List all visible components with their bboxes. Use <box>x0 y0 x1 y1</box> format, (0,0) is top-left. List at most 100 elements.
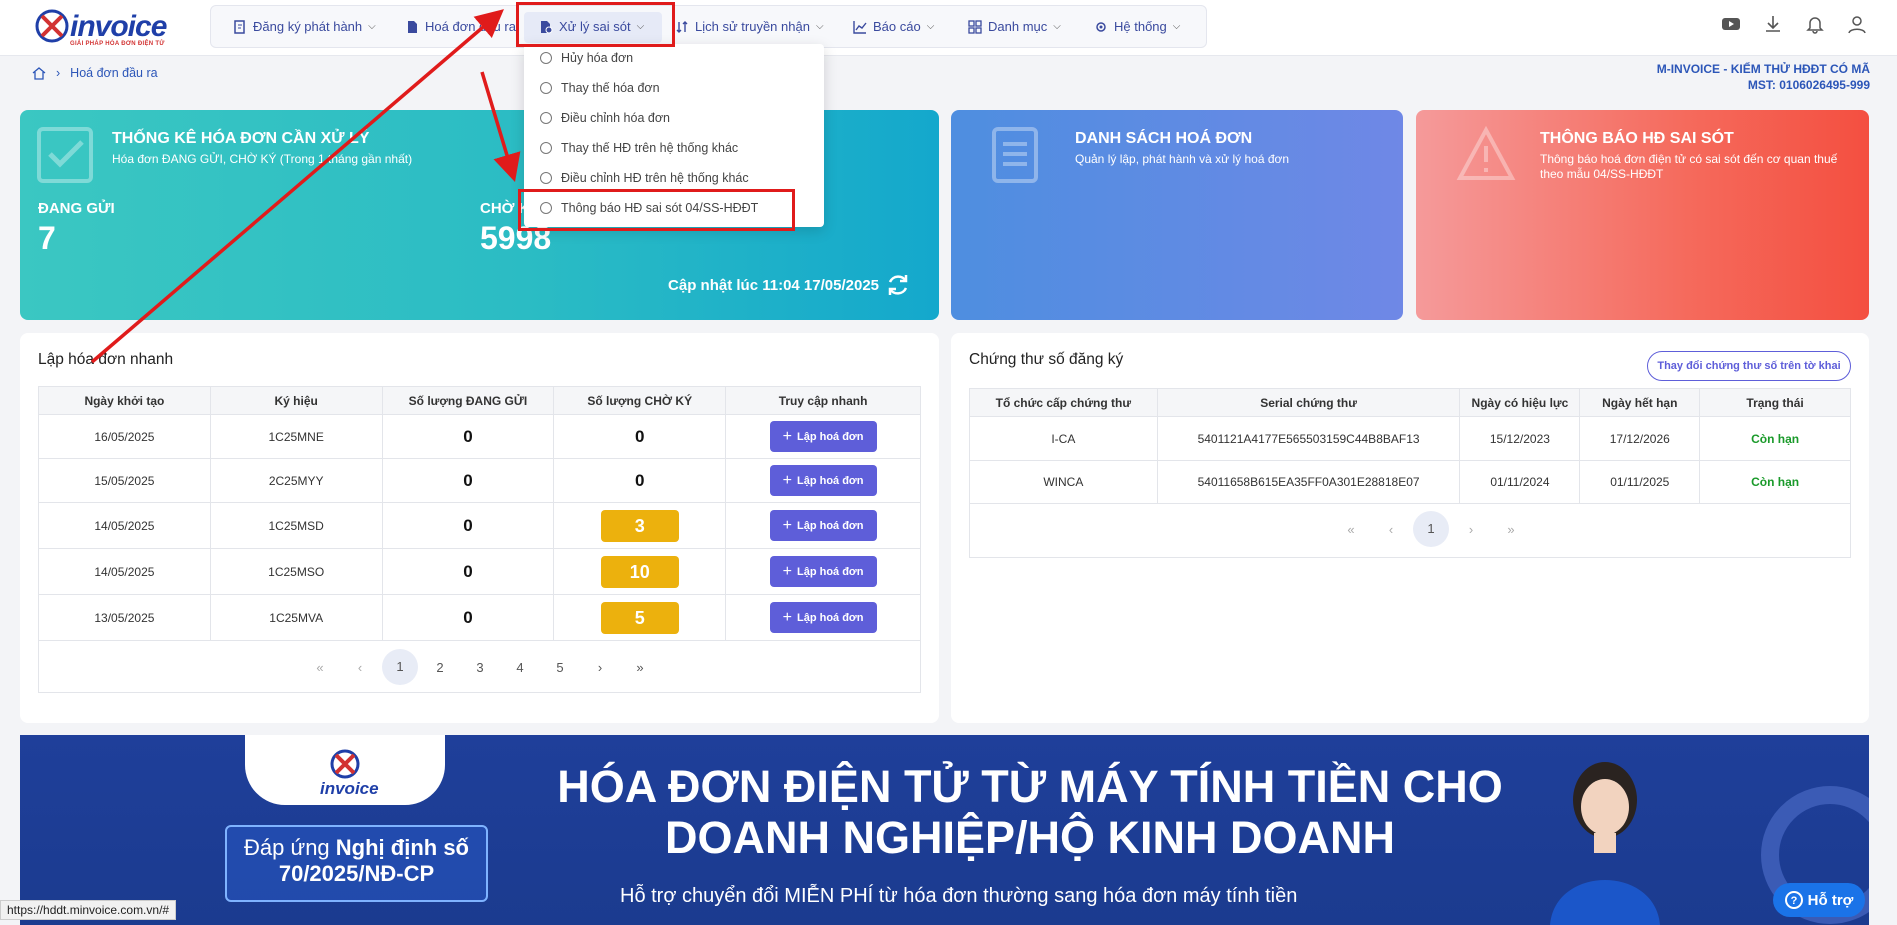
next-page-icon[interactable]: › <box>1451 522 1491 537</box>
company-name: M-INVOICE - KIỂM THỬ HĐĐT CÓ MÃ <box>1656 62 1870 76</box>
card-title: THỐNG KÊ HÓA ĐƠN CẦN XỬ LÝ <box>112 130 370 147</box>
first-page-icon[interactable]: « <box>1331 522 1371 537</box>
create-invoice-button[interactable]: + Lập hoá đơn <box>769 465 877 496</box>
radio-icon <box>540 172 552 184</box>
decree-prefix: Đáp ứng <box>244 835 330 860</box>
logo-tagline: GIẢI PHÁP HÓA ĐƠN ĐIỆN TỬ <box>70 41 165 47</box>
menu-item-thay-the-he-thong-khac[interactable]: Thay thế HĐ trên hệ thống khác <box>540 137 738 159</box>
help-button[interactable]: ? Hỗ trợ <box>1773 883 1865 917</box>
nav-danh-muc[interactable]: Danh mục ⌵ <box>968 6 1061 47</box>
nav-label: Hoá đơn đầu ra <box>425 19 516 34</box>
nav-lich-su-truyen-nhan[interactable]: Lịch sử truyền nhận ⌵ <box>675 6 824 47</box>
headline-line2: DOANH NGHIỆP/HỘ KINH DOANH <box>664 812 1396 863</box>
page-link[interactable]: 1 <box>1413 511 1449 547</box>
download-icon[interactable] <box>1763 14 1783 34</box>
app-logo[interactable]: invoice GIẢI PHÁP HÓA ĐƠN ĐIỆN TỬ <box>34 8 174 48</box>
card-error-notice[interactable]: THÔNG BÁO HĐ SAI SÓT Thông báo hoá đơn đ… <box>1416 110 1869 320</box>
breadcrumb-current[interactable]: Hoá đơn đầu ra <box>70 66 157 80</box>
radio-icon <box>540 52 552 64</box>
stat-sending-value: 7 <box>38 220 56 256</box>
card-invoice-list[interactable]: DANH SÁCH HOÁ ĐƠN Quản lý lập, phát hành… <box>951 110 1403 320</box>
bell-icon[interactable] <box>1805 14 1825 34</box>
create-invoice-button[interactable]: + Lập hoá đơn <box>769 602 877 633</box>
youtube-icon[interactable] <box>1721 14 1741 34</box>
status-badge: Còn hạn <box>1699 460 1851 504</box>
menu-item-thay-the-hoa-don[interactable]: Thay thế hóa đơn <box>540 77 660 99</box>
last-page-icon[interactable]: » <box>620 660 660 675</box>
prev-page-icon[interactable]: ‹ <box>340 660 380 675</box>
breadcrumb-separator-icon: › <box>56 66 61 80</box>
doc-edit-icon <box>234 19 245 34</box>
first-page-icon[interactable]: « <box>300 660 340 675</box>
cell-sending: 0 <box>381 458 555 503</box>
button-label: Lập hoá đơn <box>796 611 864 624</box>
pending-badge: 5 <box>600 601 679 634</box>
cell-serial: 5401121A4177E565503159C44B8BAF13 <box>1156 416 1461 461</box>
menu-item-huy-hoa-don[interactable]: Hủy hóa đơn <box>540 47 633 69</box>
plus-icon: + <box>782 608 792 626</box>
page-link[interactable]: 4 <box>500 660 540 675</box>
cell-action: + Lập hoá đơn <box>725 548 921 595</box>
col-header: Ngày có hiệu lực <box>1459 388 1581 417</box>
document-icon <box>992 127 1038 183</box>
plus-icon: + <box>782 562 792 580</box>
cell-action: + Lập hoá đơn <box>725 458 921 503</box>
plus-icon: + <box>782 516 792 534</box>
nav-dang-ky-phat-hanh[interactable]: Đăng ký phát hành ⌵ <box>233 6 376 47</box>
menu-item-dieu-chinh-he-thong-khac[interactable]: Điều chỉnh HĐ trên hệ thống khác <box>540 167 749 189</box>
cell-pending: 0 <box>553 458 727 503</box>
status-bar-url: https://hddt.minvoice.com.vn/# <box>0 900 177 920</box>
menu-item-label: Điều chỉnh HĐ trên hệ thống khác <box>561 171 749 185</box>
chevron-down-icon: ⌵ <box>368 21 376 32</box>
company-tax: MST: 0106026495-999 <box>1747 78 1870 92</box>
col-header: Ký hiệu <box>209 386 383 415</box>
plus-icon: + <box>782 427 792 445</box>
menu-item-label: Thay thế hóa đơn <box>561 81 660 95</box>
change-cert-button[interactable]: Thay đổi chứng thư số trên tờ khai <box>1647 351 1851 381</box>
create-invoice-button[interactable]: + Lập hoá đơn <box>769 556 877 587</box>
next-page-icon[interactable]: › <box>580 660 620 675</box>
user-icon[interactable] <box>1847 14 1867 34</box>
cell-symbol: 1C25MSO <box>209 548 383 595</box>
refresh-icon[interactable] <box>885 272 911 298</box>
nav-bao-cao[interactable]: Báo cáo ⌵ <box>853 6 934 47</box>
breadcrumb: › Hoá đơn đầu ra <box>32 66 158 80</box>
cell-date: 14/05/2025 <box>38 502 211 549</box>
card-subtitle: Quản lý lập, phát hành và xử lý hoá đơn <box>1075 152 1290 166</box>
promo-banner[interactable]: invoice Đáp ứng Nghị định số 70/2025/NĐ-… <box>20 735 1869 925</box>
menu-item-dieu-chinh-hoa-don[interactable]: Điều chỉnh hóa đơn <box>540 107 670 129</box>
stat-sending-label: ĐANG GỬI <box>38 200 115 217</box>
col-header: Trạng thái <box>1699 388 1851 417</box>
create-invoice-button[interactable]: + Lập hoá đơn <box>769 421 877 452</box>
cell-action: + Lập hoá đơn <box>725 594 921 641</box>
nav-hoa-don-dau-ra[interactable]: Hoá đơn đầu ra <box>405 6 516 47</box>
home-icon[interactable] <box>32 66 46 80</box>
create-invoice-button[interactable]: + Lập hoá đơn <box>769 510 877 541</box>
page-link[interactable]: 1 <box>382 649 418 685</box>
nav-label: Đăng ký phát hành <box>253 19 363 34</box>
headline-line1: HÓA ĐƠN ĐIỆN TỬ TỪ MÁY TÍNH TIỀN CHO <box>557 761 1503 812</box>
table-row: 14/05/2025 1C25MSO 0 10 + Lập hoá đơn <box>38 548 921 595</box>
cell-pending: 3 <box>553 502 727 549</box>
chart-icon <box>853 20 867 34</box>
sort-arrows-icon <box>676 20 688 33</box>
warning-icon <box>1456 126 1516 180</box>
table-row: 15/05/2025 2C25MYY 0 0 + Lập hoá đơn <box>38 458 921 503</box>
page-link[interactable]: 2 <box>420 660 460 675</box>
cell-org: WINCA <box>969 460 1158 504</box>
cell-action: + Lập hoá đơn <box>725 414 921 459</box>
table-row: 14/05/2025 1C25MSD 0 3 + Lập hoá đơn <box>38 502 921 549</box>
panel-certificates: Chứng thư số đăng ký Thay đổi chứng thư … <box>951 333 1869 723</box>
button-label: Lập hoá đơn <box>796 519 864 532</box>
cell-org: I-CA <box>969 416 1158 461</box>
page-link[interactable]: 5 <box>540 660 580 675</box>
help-icon: ? <box>1784 891 1803 909</box>
pending-badge: 3 <box>600 509 679 542</box>
cell-serial: 54011658B615EA35FF0A301E28818E07 <box>1156 460 1461 504</box>
last-page-icon[interactable]: » <box>1491 522 1531 537</box>
top-bar: invoice GIẢI PHÁP HÓA ĐƠN ĐIỆN TỬ Đăng k… <box>0 0 1897 56</box>
nav-he-thong[interactable]: Hệ thống ⌵ <box>1094 6 1180 47</box>
page-link[interactable]: 3 <box>460 660 500 675</box>
cell-to: 17/12/2026 <box>1579 416 1701 461</box>
prev-page-icon[interactable]: ‹ <box>1371 522 1411 537</box>
